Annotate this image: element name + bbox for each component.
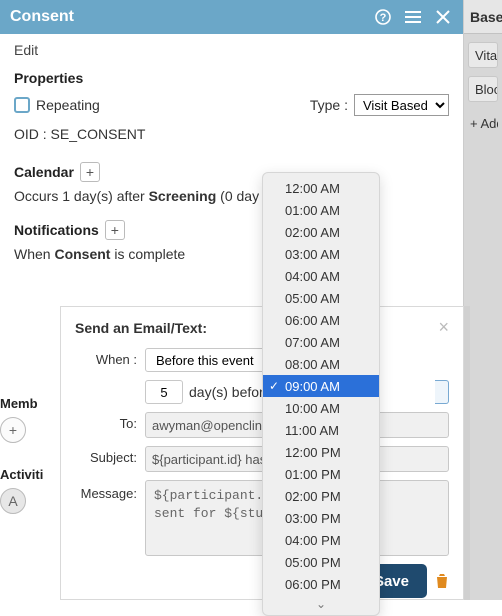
calendar-desc-prefix: Occurs 1 day(s) after [14,188,149,204]
help-icon[interactable]: ? [373,7,393,27]
type-select[interactable]: Visit Based [354,94,449,116]
time-option[interactable]: 10:00 AM [263,397,379,419]
time-option[interactable]: 02:00 PM [263,485,379,507]
time-option[interactable]: 11:00 AM [263,419,379,441]
time-option[interactable]: 01:00 PM [263,463,379,485]
calendar-desc: Occurs 1 day(s) after Screening (0 day w [14,188,449,204]
activities-heading: Activiti [0,467,60,482]
time-option[interactable]: 06:00 PM [263,573,379,595]
right-item-blood[interactable]: Blood C [468,76,498,102]
right-add-link[interactable]: + Add a [470,116,498,131]
delete-icon[interactable] [435,573,449,589]
time-option[interactable]: 03:00 PM [263,507,379,529]
time-option[interactable]: 08:00 AM [263,353,379,375]
notifications-desc: When Consent is complete [14,246,449,262]
time-option[interactable]: 02:00 AM [263,221,379,243]
calendar-heading-row: Calendar + [14,162,449,182]
notifications-add-button[interactable]: + [105,220,125,240]
time-option[interactable]: 07:00 AM [263,331,379,353]
notif-desc-bold: Consent [54,246,110,262]
type-label: Type : [310,97,348,113]
repeating-checkbox-wrap[interactable]: Repeating [14,97,100,113]
member-add-button[interactable]: + [0,417,26,443]
properties-row: Repeating Type : Visit Based [14,94,449,116]
days-input[interactable] [145,380,183,404]
time-option[interactable]: 12:00 AM [263,177,379,199]
calendar-add-button[interactable]: + [80,162,100,182]
panel-body: Edit Properties Repeating Type : Visit B… [0,34,463,270]
activity-avatar[interactable]: A [0,488,26,514]
time-select-trigger[interactable] [435,380,449,404]
to-label: To: [75,412,137,431]
time-option[interactable]: 06:00 AM [263,309,379,331]
members-heading: Memb [0,396,60,411]
right-item-vital[interactable]: Vital Sig [468,42,498,68]
modal-close-icon[interactable]: × [438,317,449,338]
notifications-heading-row: Notifications + [14,220,449,240]
time-option[interactable]: 12:00 PM [263,441,379,463]
time-option[interactable]: 01:00 AM [263,199,379,221]
modal-title: Send an Email/Text: [75,320,438,336]
properties-heading: Properties [14,70,449,86]
notif-desc-prefix: When [14,246,54,262]
time-dropdown[interactable]: 12:00 AM01:00 AM02:00 AM03:00 AM04:00 AM… [262,172,380,616]
repeating-label: Repeating [36,97,100,113]
right-header: Baselin [464,0,502,34]
time-option[interactable]: 03:00 AM [263,243,379,265]
left-fragments: Memb + Activiti A [0,390,60,514]
when-label: When : [75,348,137,367]
close-icon[interactable] [433,7,453,27]
notif-desc-suffix: is complete [110,246,185,262]
menu-icon[interactable] [403,7,423,27]
subject-label: Subject: [75,446,137,465]
time-option[interactable]: 04:00 PM [263,529,379,551]
repeating-checkbox[interactable] [14,97,30,113]
notifications-heading: Notifications [14,222,99,238]
oid-line: OID : SE_CONSENT [14,126,449,142]
right-column: Baselin Vital Sig Blood C + Add a [464,0,502,600]
panel-header: Consent ? [0,0,463,34]
edit-link[interactable]: Edit [14,42,449,58]
svg-text:?: ? [380,12,387,24]
calendar-heading: Calendar [14,164,74,180]
message-label: Message: [75,480,137,501]
time-option[interactable]: 09:00 AM [263,375,379,397]
time-option[interactable]: 04:00 AM [263,265,379,287]
time-option[interactable]: 05:00 PM [263,551,379,573]
calendar-desc-bold: Screening [149,188,217,204]
chevron-down-icon[interactable]: ⌄ [263,595,379,611]
time-option[interactable]: 05:00 AM [263,287,379,309]
type-wrap: Type : Visit Based [310,94,449,116]
panel-title: Consent [10,8,363,26]
